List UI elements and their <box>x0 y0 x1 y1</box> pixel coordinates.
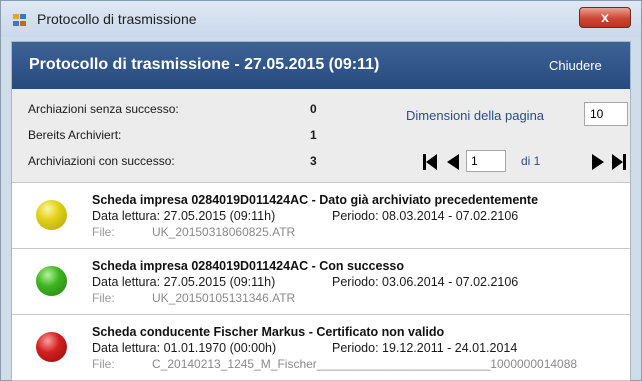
window-titlebar[interactable]: Protocollo di trasmissione x <box>1 1 641 37</box>
entry-title: Scheda impresa 0284019D011424AC - Dato g… <box>92 193 539 207</box>
stat-already-label: Bereits Archiviert: <box>28 128 122 142</box>
protocol-panel: Protocollo di trasmissione - 27.05.2015 … <box>11 41 631 381</box>
window-title: Protocollo di trasmissione <box>37 11 197 27</box>
entry-period: Periodo: 03.06.2014 - 07.02.2106 <box>332 275 519 289</box>
entry-read-date: Data lettura: 01.01.1970 (00:00h) <box>92 341 277 355</box>
window-close-button[interactable]: x <box>579 7 631 28</box>
list-item[interactable]: Scheda conducente Fischer Markus - Certi… <box>12 315 630 381</box>
page-title: Protocollo di trasmissione - 27.05.2015 … <box>29 56 380 73</box>
entry-read-date: Data lettura: 27.05.2015 (09:11h) <box>92 209 276 223</box>
close-icon: x <box>601 9 609 25</box>
entry-file-name: UK_20150105131346.ATR <box>152 291 296 305</box>
entry-read-date: Data lettura: 27.05.2015 (09:11h) <box>92 275 276 289</box>
entry-file-label: File: <box>92 225 115 239</box>
entry-file-label: File: <box>92 357 115 371</box>
list-item[interactable]: Scheda impresa 0284019D011424AC - Dato g… <box>12 183 630 249</box>
stat-success-value: 3 <box>310 154 317 168</box>
entry-file-label: File: <box>92 291 115 305</box>
protocol-header: Protocollo di trasmissione - 27.05.2015 … <box>12 42 630 89</box>
stat-failed-value: 0 <box>310 102 317 116</box>
protocol-list: Scheda impresa 0284019D011424AC - Dato g… <box>12 183 630 381</box>
protocol-window: Protocollo di trasmissione x Protocollo … <box>0 0 642 381</box>
current-page-input[interactable] <box>466 150 506 172</box>
page-count: di 1 <box>521 154 541 168</box>
entry-title: Scheda impresa 0284019D011424AC - Con su… <box>92 259 404 273</box>
status-yellow-icon <box>36 200 67 230</box>
status-red-icon <box>36 332 67 362</box>
stat-already-value: 1 <box>310 128 317 142</box>
page-size-label: Dimensioni della pagina <box>406 108 545 123</box>
entry-title: Scheda conducente Fischer Markus - Certi… <box>92 325 445 339</box>
list-item[interactable]: Scheda impresa 0284019D011424AC - Con su… <box>12 249 630 315</box>
entry-file-name: UK_20150318060825.ATR <box>152 225 296 239</box>
app-icon <box>13 14 27 27</box>
entry-period: Periodo: 08.03.2014 - 07.02.2106 <box>332 209 519 223</box>
last-page-icon[interactable] <box>612 154 626 170</box>
first-page-icon[interactable] <box>423 154 437 170</box>
status-green-icon <box>36 266 67 296</box>
close-link[interactable]: Chiudere <box>549 58 602 73</box>
page-size-input[interactable] <box>584 102 628 126</box>
entry-period: Periodo: 19.12.2011 - 24.01.2014 <box>332 341 518 355</box>
summary-section: Archiazioni senza successo: 0 Bereits Ar… <box>12 89 630 183</box>
previous-page-icon[interactable] <box>447 154 459 170</box>
stat-success-label: Archiviazioni con successo: <box>28 154 175 168</box>
next-page-icon[interactable] <box>592 154 604 170</box>
stat-failed-label: Archiazioni senza successo: <box>28 102 179 116</box>
entry-file-name: C_20140213_1245_M_Fischer_______________… <box>152 357 578 371</box>
